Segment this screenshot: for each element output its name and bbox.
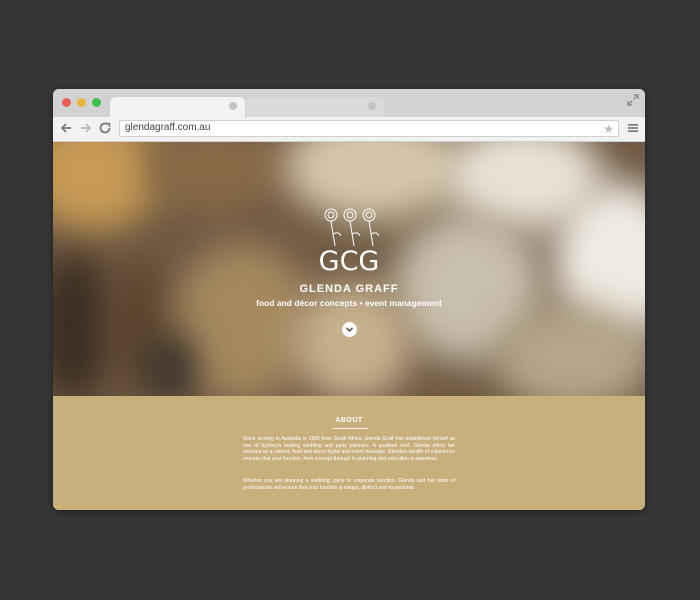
about-section: ABOUT Since arriving in Australia in 199… [53, 396, 645, 510]
web-page: GCG GLENDA GRAFF food and décor concepts… [53, 142, 645, 510]
tab-close-icon[interactable] [229, 102, 237, 110]
bookmark-star-icon[interactable]: ★ [603, 122, 614, 136]
tab-strip [53, 89, 645, 117]
forward-arrow-icon[interactable] [79, 121, 93, 135]
about-paragraph-2: Whether you are planning a wedding, part… [243, 478, 455, 491]
browser-toolbar: glendagraff.com.au ★ [53, 117, 645, 142]
close-window-button[interactable] [62, 98, 71, 107]
address-bar[interactable]: glendagraff.com.au ★ [119, 120, 619, 137]
scroll-down-chevron-icon[interactable] [342, 322, 357, 337]
maximize-window-button[interactable] [92, 98, 101, 107]
about-title: ABOUT [335, 417, 363, 424]
about-divider [332, 428, 368, 429]
browser-window: glendagraff.com.au ★ GCG GLENDA GRAFF fo… [53, 89, 645, 510]
back-arrow-icon[interactable] [59, 121, 73, 135]
tab-active[interactable] [110, 97, 245, 117]
tab-inactive[interactable] [246, 97, 384, 117]
logo-text: GCG [318, 246, 380, 277]
hero-section: GCG GLENDA GRAFF food and décor concepts… [53, 142, 645, 396]
about-paragraph-1: Since arriving in Australia in 1995 from… [243, 436, 455, 462]
reload-icon[interactable] [98, 121, 112, 135]
fullscreen-icon[interactable] [627, 94, 639, 106]
menu-icon[interactable] [628, 123, 638, 133]
minimize-window-button[interactable] [77, 98, 86, 107]
logo-flowers-icon [324, 208, 379, 247]
tagline: food and décor concepts • event manageme… [256, 298, 442, 308]
brand-name: GLENDA GRAFF [299, 283, 399, 295]
tab-close-icon[interactable] [368, 102, 376, 110]
url-text: glendagraff.com.au [125, 122, 211, 133]
